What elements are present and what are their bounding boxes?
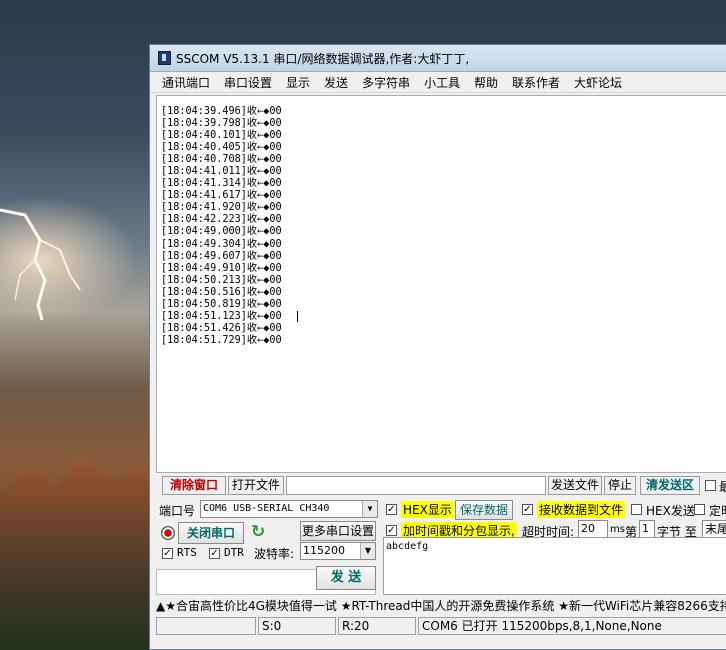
receive-log-line: [18:04:49.000]收←◆00: [161, 226, 282, 238]
clear-send-button[interactable]: 清发送区: [640, 476, 700, 495]
timestamp-checkbox[interactable]: ✓: [386, 525, 397, 536]
port-select[interactable]: COM6 USB-SERIAL CH340 ▼: [200, 500, 378, 518]
menu-contact-author[interactable]: 联系作者: [512, 74, 560, 91]
text-caret: [297, 311, 298, 322]
rts-label: RTS: [177, 546, 197, 559]
stop-button[interactable]: 停止: [604, 476, 636, 495]
hex-send-checkbox[interactable]: [631, 504, 642, 515]
receive-log-line: [18:04:42.223]收←◆00: [161, 214, 282, 226]
save-to-file-checkbox[interactable]: ✓: [522, 504, 533, 515]
chevron-down-icon: ▼: [362, 501, 377, 517]
receive-log-line: [18:04:50.516]收←◆00: [161, 286, 282, 298]
news-ticker[interactable]: ▲★合宙高性价比4G模块值得一试 ★RT-Thread中国人的开源免费操作系统 …: [156, 597, 726, 615]
port-status-icon: [161, 526, 175, 540]
dtr-checkbox[interactable]: ✓: [209, 548, 220, 559]
open-file-button[interactable]: 打开文件: [228, 476, 284, 495]
sscom-window: SSCOM V5.13.1 串口/网络数据调试器,作者:大虾丁丁, 通讯端口 串…: [149, 44, 726, 650]
receive-log: [18:04:39.496]收←◆00 [18:04:39.798]收←◆00 [1…: [161, 106, 282, 347]
send-input[interactable]: abcdefg: [383, 537, 726, 595]
status-blank: [156, 617, 256, 635]
port-value: COM6 USB-SERIAL CH340: [203, 503, 330, 514]
lightning-image: [0, 208, 81, 321]
port-label: 端口号: [159, 504, 196, 518]
receive-log-line: [18:04:50.819]收←◆00: [161, 298, 282, 310]
menu-display[interactable]: 显示: [286, 74, 310, 91]
timed-send-checkbox[interactable]: [694, 504, 705, 515]
clear-window-button[interactable]: 清除窗口: [162, 476, 226, 495]
menu-help[interactable]: 帮助: [474, 74, 498, 91]
dtr-label: DTR: [224, 546, 244, 559]
receive-toolbar: 清除窗口 打开文件 发送文件 停止 清发送区 最: [156, 476, 726, 496]
receive-log-line: [18:04:50.213]收←◆00: [161, 274, 282, 286]
receive-log-line: [18:04:41.011]收←◆00: [161, 166, 282, 178]
canyon-rocks: [0, 455, 160, 650]
receive-log-line: [18:04:41.617]收←◆00: [161, 190, 282, 202]
menu-forum[interactable]: 大虾论坛: [574, 74, 622, 91]
byte-end-select[interactable]: 末尾: [702, 520, 726, 538]
chevron-down-icon: ▼: [360, 543, 375, 559]
file-path-input[interactable]: [286, 476, 546, 495]
menu-comm-port[interactable]: 通讯端口: [162, 74, 210, 91]
refresh-icon[interactable]: ↻: [251, 522, 265, 542]
hex-display-checkbox[interactable]: ✓: [386, 504, 397, 515]
hex-send-label: HEX发送: [646, 504, 695, 518]
send-button[interactable]: 发 送: [316, 566, 376, 590]
timeout-input[interactable]: 20: [578, 520, 608, 538]
window-title: SSCOM V5.13.1 串口/网络数据调试器,作者:大虾丁丁,: [176, 52, 470, 66]
receive-log-line: [18:04:49.304]收←◆00: [161, 238, 282, 250]
receive-log-line: [18:04:41.314]收←◆00: [161, 178, 282, 190]
receive-log-line: [18:04:39.798]收←◆00: [161, 118, 282, 130]
more-settings-button[interactable]: 更多串口设置: [300, 521, 376, 541]
receive-log-line: [18:04:51.729]收←◆00: [161, 334, 282, 346]
receive-log-line: [18:04:40.101]收←◆00: [161, 130, 282, 142]
received-count: R:20: [338, 617, 416, 635]
rts-checkbox[interactable]: ✓: [162, 548, 173, 559]
sent-count: S:0: [258, 617, 336, 635]
receive-log-line: [18:04:41.920]收←◆00: [161, 202, 282, 214]
save-to-file-label: 接收数据到文件: [537, 501, 626, 518]
hex-display-label: HEX显示: [401, 501, 454, 518]
timed-send-label: 定时: [709, 504, 726, 518]
receive-log-line: [18:04:49.910]收←◆00: [161, 262, 282, 274]
receive-log-line: [18:04:49.607]收←◆00: [161, 250, 282, 262]
receive-area[interactable]: [18:04:39.496]收←◆00 [18:04:39.798]收←◆00 [1…: [156, 95, 726, 473]
receive-log-line: [18:04:51.426]收←◆00: [161, 322, 282, 334]
menu-bar: 通讯端口 串口设置 显示 发送 多字符串 小工具 帮助 联系作者 大虾论坛: [150, 72, 726, 93]
extra-checkbox[interactable]: [705, 480, 716, 491]
byte-start-input[interactable]: 1: [639, 520, 655, 538]
menu-multi-string[interactable]: 多字符串: [362, 74, 410, 91]
menu-send[interactable]: 发送: [324, 74, 348, 91]
receive-log-line: [18:04:40.708]收←◆00: [161, 154, 282, 166]
app-icon: [158, 51, 171, 65]
timeout-unit: ms: [610, 524, 625, 535]
receive-log-line: [18:04:39.496]收←◆00: [161, 106, 282, 117]
send-file-button[interactable]: 发送文件: [548, 476, 602, 495]
extra-label: 最: [719, 480, 726, 494]
receive-log-line: [18:04:40.405]收←◆00: [161, 142, 282, 154]
close-port-button[interactable]: 关闭串口: [178, 522, 244, 544]
baud-value: 115200: [303, 544, 345, 557]
port-status-text: COM6 已打开 115200bps,8,1,None,None: [418, 617, 726, 635]
menu-tools[interactable]: 小工具: [424, 74, 460, 91]
title-bar[interactable]: SSCOM V5.13.1 串口/网络数据调试器,作者:大虾丁丁,: [150, 45, 726, 72]
menu-serial-settings[interactable]: 串口设置: [224, 74, 272, 91]
status-bar: S:0 R:20 COM6 已打开 115200bps,8,1,None,Non…: [156, 617, 726, 635]
receive-log-line: [18:04:51.123]收←◆00: [161, 310, 282, 322]
baud-select[interactable]: 115200 ▼: [300, 542, 376, 560]
save-data-button[interactable]: 保存数据: [455, 500, 513, 520]
baud-label: 波特率:: [254, 547, 295, 561]
